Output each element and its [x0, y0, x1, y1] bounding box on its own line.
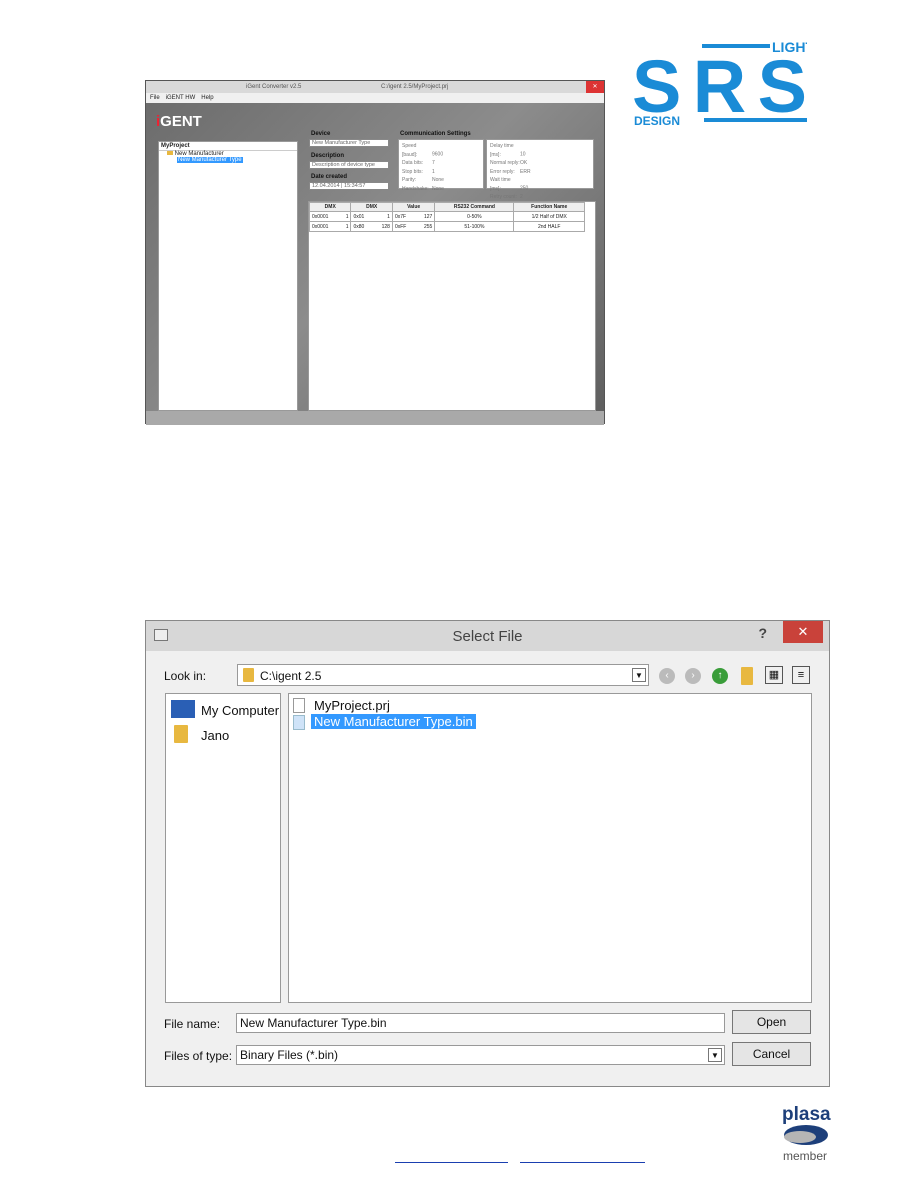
comm-setting: Speed [baud]: 9600	[402, 143, 444, 158]
table-cell: 0x0001 1	[308, 211, 352, 222]
open-button[interactable]: Open	[732, 1010, 811, 1034]
help-button[interactable]: ?	[758, 625, 767, 641]
description-field[interactable]: Description of device type	[309, 161, 389, 169]
file-name-input[interactable]: New Manufacturer Type.bin	[236, 1013, 725, 1033]
comm-setting: Error reply: ERR	[490, 168, 531, 175]
title-bar: Select File ? ✕	[146, 621, 829, 651]
table-cell: 0x7F 127	[391, 211, 436, 222]
comm-settings-label: Communication Settings	[400, 131, 471, 137]
comm-settings-left: Speed [baud]: 9600 Data bits: 7 Stop bits: 1 P…	[398, 139, 484, 192]
comm-setting: Stop bits: 1	[402, 168, 435, 175]
project-tree[interactable]: MyProject New Manufacturer New Manufactu…	[158, 141, 298, 411]
comm-setting: Data bits: 7	[402, 160, 435, 166]
dialog-title: Select File	[452, 628, 523, 645]
forward-icon[interactable]: ›	[685, 668, 701, 684]
file-list[interactable]: MyProject.prj New Manufacturer Type.bin	[288, 693, 812, 1003]
comm-setting: Handshake: None	[402, 185, 444, 192]
svg-text:plasa: plasa	[782, 1104, 831, 1125]
select-file-dialog: Select File ? ✕ Look in: C:\igent 2.5 ▼ …	[145, 620, 830, 1087]
column-header[interactable]: RS232 Command	[434, 202, 515, 212]
description-label: Description	[311, 153, 345, 159]
command-table-area: DMX DMX Value RS232 Command Function Name 0x0…	[308, 201, 596, 411]
file-type-select[interactable]: Binary Files (*.bin) ▼	[236, 1045, 725, 1065]
taskbar	[146, 411, 604, 425]
table-cell: 0x0001 1	[308, 221, 352, 232]
footer-link[interactable]	[520, 1162, 645, 1163]
back-icon[interactable]: ‹	[659, 668, 675, 684]
title-bar: iGent Converter v2.5 C:/igent 2.5/MyProj…	[146, 81, 604, 93]
comm-setting: Normal reply:OK	[490, 160, 528, 166]
up-folder-icon[interactable]: ↑	[712, 668, 728, 684]
svg-text:member: member	[783, 1149, 827, 1163]
tree-root[interactable]: MyProject	[159, 142, 297, 151]
close-button[interactable]: ✕	[783, 621, 823, 643]
table-cell: 1/2 Half of DMX	[513, 211, 585, 222]
device-label: Device	[311, 131, 331, 137]
tree-type[interactable]: New Manufacturer Type	[159, 157, 297, 163]
place-my-computer[interactable]: My Computer	[201, 703, 279, 718]
file-type-label: Files of type:	[164, 1049, 233, 1063]
command-table: DMX DMX Value RS232 Command Function Name 0x0…	[308, 202, 585, 232]
menu-help[interactable]: Help	[201, 95, 213, 101]
look-in-combo[interactable]: C:\igent 2.5 ▼	[237, 664, 649, 686]
device-field[interactable]: New Manufacturer Type	[309, 139, 389, 147]
svg-text:DESIGN: DESIGN	[634, 114, 680, 126]
column-header[interactable]: DMX	[350, 202, 393, 212]
date-label: Date created	[311, 174, 348, 180]
column-header[interactable]: Value	[391, 202, 436, 212]
file-icon	[293, 698, 305, 713]
igent-converter-window: iGent Converter v2.5 C:/igent 2.5/MyProj…	[145, 80, 605, 425]
table-cell: 2nd HALF	[513, 221, 585, 232]
table-cell: 0x80 128	[350, 221, 393, 232]
project-path: C:/igent 2.5/MyProject.prj	[381, 84, 449, 90]
menu-igent-hw[interactable]: iGENT HW	[166, 95, 196, 101]
list-view-icon[interactable]: ▦	[765, 666, 783, 684]
places-sidebar: My Computer Jano	[165, 693, 281, 1003]
table-row[interactable]: 0x0001 1 0x80 128 0xFF 255 51-100% 2nd HALF	[308, 221, 585, 232]
my-computer-icon	[171, 700, 195, 718]
comm-setting: Wait time [ms]: 250	[490, 177, 529, 192]
comm-setting: Delay time [ms]: 10	[490, 143, 526, 158]
table-cell: 51-100%	[434, 221, 515, 232]
folder-icon	[243, 668, 254, 682]
cancel-button[interactable]: Cancel	[732, 1042, 811, 1066]
new-folder-icon[interactable]	[741, 667, 753, 685]
igent-logo: iGENT	[156, 113, 202, 130]
file-icon	[293, 715, 305, 730]
table-cell: 0x01 1	[350, 211, 393, 222]
comm-setting: Parity: None	[402, 177, 444, 183]
file-item[interactable]: MyProject.prj	[314, 698, 390, 713]
window-title: iGent Converter v2.5	[246, 84, 302, 90]
comm-settings-right: Delay time [ms]: 10 Normal reply:OK Error r…	[486, 139, 594, 200]
footer-link[interactable]	[395, 1162, 508, 1163]
plasa-member-logo: plasa member	[782, 1104, 831, 1163]
table-row[interactable]: 0x0001 1 0x01 1 0x7F 127 0-50% 1/2 Half of DMX	[308, 211, 585, 222]
detail-view-icon[interactable]: ≡	[792, 666, 810, 684]
menu-file[interactable]: File	[150, 95, 160, 101]
place-jano[interactable]: Jano	[201, 728, 229, 743]
file-item-selected[interactable]: New Manufacturer Type.bin	[311, 714, 476, 729]
chevron-down-icon[interactable]: ▼	[708, 1048, 722, 1062]
look-in-label: Look in:	[164, 669, 207, 683]
column-header[interactable]: DMX	[308, 202, 352, 212]
file-name-label: File name:	[164, 1017, 221, 1031]
user-folder-icon	[174, 725, 188, 743]
close-button[interactable]: ✕	[586, 81, 604, 93]
date-field: 12.04.2014 | 15:34:57	[309, 182, 389, 190]
table-cell: 0-50%	[434, 211, 515, 222]
column-header[interactable]: Function Name	[513, 202, 585, 212]
menu-bar: File iGENT HW Help	[146, 93, 604, 103]
srs-light-design-logo: LIGHT SRS DESIGN	[632, 39, 807, 126]
chevron-down-icon[interactable]: ▼	[632, 668, 646, 682]
table-cell: 0xFF 255	[391, 221, 436, 232]
